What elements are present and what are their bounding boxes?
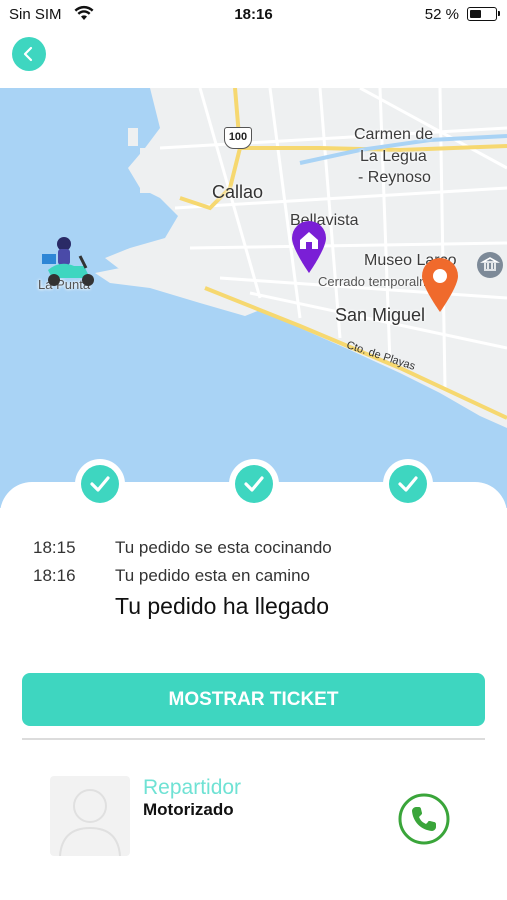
battery-icon xyxy=(467,7,500,21)
divider xyxy=(22,738,485,740)
timeline-text: Tu pedido esta en camino xyxy=(115,566,310,585)
courier-role: Repartidor xyxy=(143,776,242,799)
museum-icon xyxy=(477,252,503,278)
courier-vehicle: Motorizado xyxy=(143,800,234,819)
final-status-text: Tu pedido ha llegado xyxy=(115,593,329,619)
step-1-check xyxy=(75,459,125,509)
courier-avatar xyxy=(50,776,130,856)
user-placeholder-icon xyxy=(59,789,121,856)
battery-percentage: 52 % xyxy=(424,6,459,23)
timeline-time: 18:16 xyxy=(33,566,76,585)
timeline-time: 18:15 xyxy=(33,538,76,557)
map-label-callao: Callao xyxy=(212,182,264,202)
status-bar: Sin SIM 18:16 52 % xyxy=(0,0,507,30)
map-label-san-miguel: San Miguel xyxy=(335,305,426,325)
step-3-check xyxy=(383,459,433,509)
map-label-carmen-3: - Reynoso xyxy=(358,169,431,186)
back-button[interactable] xyxy=(12,37,46,71)
checkmark-icon xyxy=(244,476,264,492)
map-label-carmen-1: Carmen de xyxy=(354,126,434,143)
timeline-text: Tu pedido se esta cocinando xyxy=(115,538,332,557)
map-label-carmen-2: La Legua xyxy=(360,148,427,165)
chevron-left-icon xyxy=(23,46,33,62)
timeline-entry: 18:15 Tu pedido se esta cocinando xyxy=(33,538,332,558)
checkmark-icon xyxy=(90,476,110,492)
call-courier-button[interactable] xyxy=(397,792,451,846)
highway-shield: 100 xyxy=(224,127,252,149)
home-location-pin-icon[interactable] xyxy=(290,219,328,280)
scooter-rider-icon xyxy=(40,236,100,295)
phone-icon xyxy=(398,793,450,845)
timeline-entry: 18:16 Tu pedido esta en camino xyxy=(33,566,310,586)
step-2-check xyxy=(229,459,279,509)
delivery-map[interactable]: Callao Carmen de La Legua - Reynoso Bell… xyxy=(0,88,507,508)
destination-pin-icon[interactable] xyxy=(420,256,460,319)
show-ticket-button[interactable]: MOSTRAR TICKET xyxy=(22,673,485,726)
checkmark-icon xyxy=(398,476,418,492)
